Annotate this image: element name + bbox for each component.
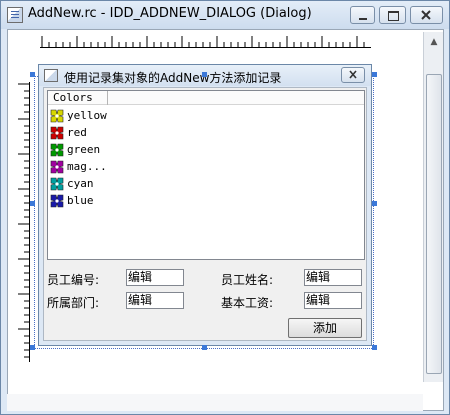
color-swatch-icon (50, 126, 64, 140)
colors-list-view[interactable]: Colors yellow red green mag... cyan blue (47, 90, 365, 260)
column-header-colors[interactable]: Colors (48, 91, 108, 105)
list-header: Colors (48, 91, 364, 105)
resize-handle[interactable] (30, 345, 35, 350)
dialog-close-button[interactable] (341, 67, 365, 83)
color-swatch-icon (50, 160, 64, 174)
horizontal-scrollbar[interactable] (7, 394, 423, 411)
window-title: AddNew.rc - IDD_ADDNEW_DIALOG (Dialog) (28, 6, 312, 21)
close-button[interactable] (410, 6, 443, 24)
dialog-preview[interactable]: 使用记录集对象的AddNew方法添加记录 Colors yellow red gre… (38, 64, 372, 346)
vertical-ruler (16, 82, 30, 362)
minimize-button[interactable] (350, 6, 375, 24)
scroll-thumb[interactable] (426, 74, 442, 374)
editor-window: AddNew.rc - IDD_ADDNEW_DIALOG (Dialog) ▲… (0, 0, 450, 415)
list-item[interactable]: blue (50, 193, 250, 209)
color-swatch-icon (50, 177, 64, 191)
scroll-up-arrow-icon[interactable]: ▲ (426, 34, 442, 50)
color-swatch-icon (50, 143, 64, 157)
list-item-label: blue (67, 194, 94, 207)
resize-handle[interactable] (372, 72, 377, 77)
resource-file-icon (7, 7, 23, 23)
add-button[interactable]: 添加 (288, 318, 362, 338)
department-label: 所属部门: (47, 296, 100, 310)
list-item[interactable]: yellow (50, 108, 250, 124)
resize-handle[interactable] (372, 201, 377, 206)
employee-name-field[interactable]: 编辑 (304, 269, 362, 286)
dialog-client-area: Colors yellow red green mag... cyan blue 员工编号… (43, 87, 367, 341)
resize-handle[interactable] (30, 201, 35, 206)
salary-label: 基本工资: (221, 296, 274, 310)
list-item[interactable]: mag... (50, 159, 250, 175)
color-swatch-icon (50, 194, 64, 208)
horizontal-ruler (40, 34, 371, 48)
list-item-label: cyan (67, 177, 94, 190)
resize-handle[interactable] (372, 345, 377, 350)
salary-field[interactable]: 编辑 (304, 292, 362, 309)
list-item[interactable]: cyan (50, 176, 250, 192)
maximize-button[interactable] (379, 6, 406, 24)
employee-id-field[interactable]: 编辑 (126, 269, 184, 286)
list-item-label: mag... (67, 160, 107, 173)
list-item[interactable]: red (50, 125, 250, 141)
color-swatch-icon (50, 109, 64, 123)
department-field[interactable]: 编辑 (126, 292, 184, 309)
employee-id-label: 员工编号: (47, 273, 100, 287)
resize-handle[interactable] (30, 72, 35, 77)
close-icon (349, 70, 357, 79)
employee-name-label: 员工姓名: (221, 273, 274, 287)
window-titlebar[interactable]: AddNew.rc - IDD_ADDNEW_DIALOG (Dialog) (1, 1, 449, 29)
list-item-label: red (67, 126, 87, 139)
list-item-label: green (67, 143, 101, 156)
resize-handle[interactable] (202, 345, 207, 350)
vertical-scrollbar[interactable]: ▲ (423, 32, 443, 382)
list-item[interactable]: green (50, 142, 250, 158)
resize-handle[interactable] (202, 72, 207, 77)
dialog-title: 使用记录集对象的AddNew方法添加记录 (64, 71, 282, 85)
dialog-icon (44, 69, 58, 82)
close-icon (421, 10, 431, 20)
list-item-label: yellow (67, 109, 107, 122)
